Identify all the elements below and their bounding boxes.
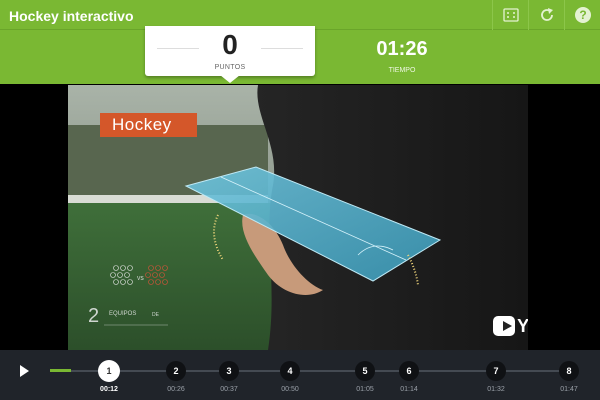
checkpoint-time-4: 00:50 [281,386,299,393]
checkpoint-5[interactable]: 5 [355,361,375,381]
restart-icon [540,8,553,21]
checkpoint-time-2: 00:26 [167,386,185,393]
timer-label: TIEMPO [388,67,416,74]
timer-value: 01:26 [376,38,428,60]
checkpoint-7[interactable]: 7 [486,361,506,381]
checkpoint-8[interactable]: 8 [559,361,579,381]
youtube-logo[interactable]: YouTube [493,314,528,338]
checkpoint-3[interactable]: 3 [219,361,239,381]
play-button[interactable] [17,363,31,379]
checkpoint-time-7: 01:32 [487,386,505,393]
score-card: 0 PUNTOS [145,26,315,83]
restart-button[interactable] [528,0,564,30]
checkpoint-1[interactable]: 1 [98,360,120,382]
checkpoint-4[interactable]: 4 [280,361,300,381]
fullscreen-button[interactable] [492,0,528,30]
checkpoint-6[interactable]: 6 [399,361,419,381]
svg-text:?: ? [579,8,586,22]
app-title: Hockey interactivo [9,8,134,24]
score-pointer [220,75,240,83]
checkpoint-time-5: 01:05 [356,386,374,393]
checkpoint-time-6: 01:14 [400,386,418,393]
teams-suffix: DE [152,312,159,318]
vs-text: VS [137,276,144,282]
help-icon: ? [574,7,591,23]
checkpoint-2[interactable]: 2 [166,361,186,381]
youtube-wordmark: YouTube [517,315,528,336]
score-value: 0 [222,29,238,60]
video-frame[interactable]: VS Hockey 2 EQUIPOS DE YouTube [68,85,528,350]
score-label: PUNTOS [214,64,246,71]
help-button[interactable]: ? [564,0,600,30]
teams-number: 2 [88,305,100,327]
timeline-progress [50,369,71,372]
checkpoint-time-3: 00:37 [220,386,238,393]
checkpoint-time-8: 01:47 [560,386,578,393]
hockey-overlay-title: Hockey [100,113,197,137]
player-controls: 1 00:12 2 00:26 3 00:37 4 00:50 5 01:05 6 01:14 7 01:… [0,350,600,400]
teams-label: EQUIPOS [109,311,137,317]
youtube-play-icon [493,316,516,336]
checkpoint-time-1: 00:12 [100,386,118,393]
fullscreen-icon [502,8,519,22]
